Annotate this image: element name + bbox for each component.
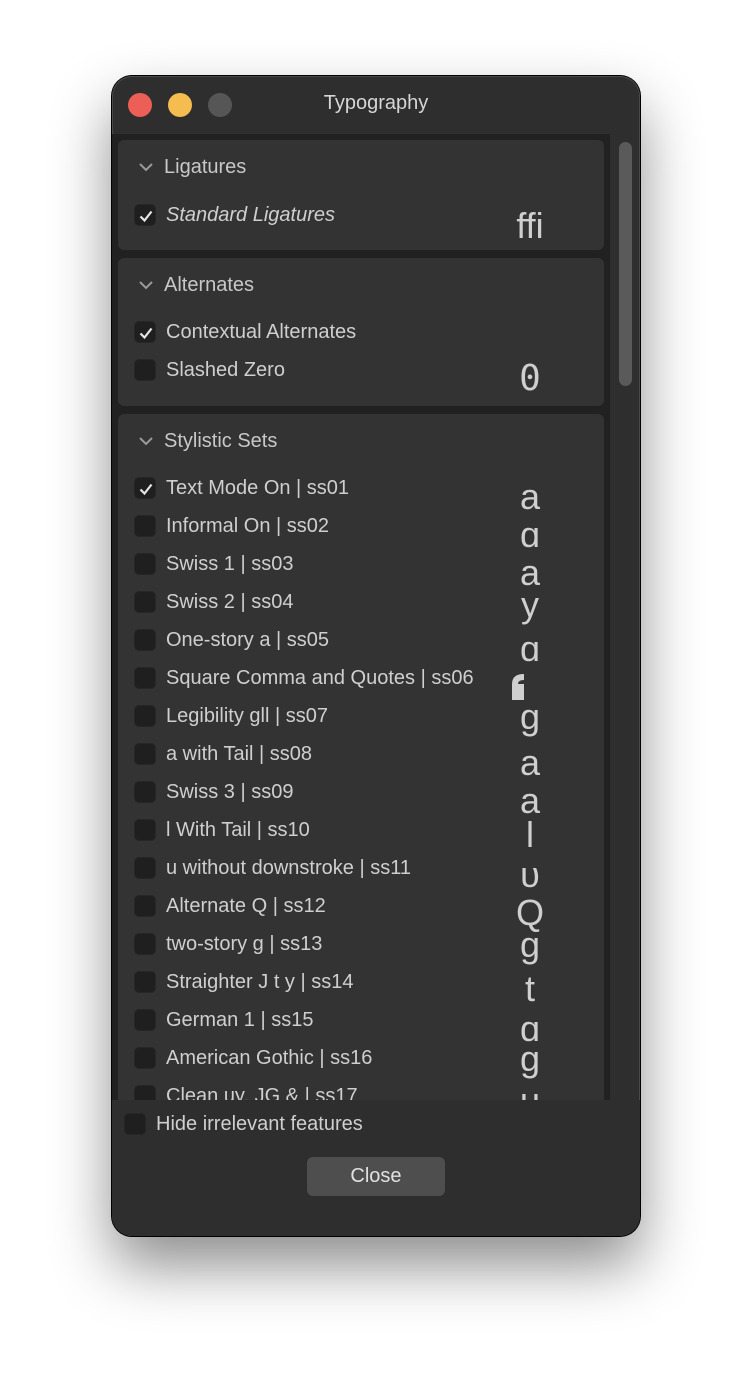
feature-sample: y bbox=[521, 584, 539, 625]
checkbox[interactable] bbox=[134, 553, 156, 575]
title-bar[interactable]: Typography bbox=[112, 76, 640, 134]
checkbox[interactable] bbox=[134, 1085, 156, 1100]
feature-sample: 0 bbox=[519, 358, 541, 399]
feature-label: Swiss 1 | ss03 bbox=[166, 553, 294, 575]
section-title: Stylistic Sets bbox=[164, 430, 278, 452]
footer: Hide irrelevant features Close bbox=[112, 1100, 640, 1236]
chevron-down-icon bbox=[139, 437, 153, 446]
feature-label: Clean uy, JG & | ss17 bbox=[166, 1085, 358, 1100]
feature-label: American Gothic | ss16 bbox=[166, 1047, 373, 1069]
feature-row-ss05[interactable]: One-story a | ss05 bbox=[132, 628, 492, 654]
hide-irrelevant-label: Hide irrelevant features bbox=[156, 1113, 363, 1135]
feature-label: u without downstroke | ss11 bbox=[166, 857, 411, 879]
typography-window: Typography Ligatures Standard Ligatures … bbox=[112, 76, 640, 1236]
feature-row-ss03[interactable]: Swiss 1 | ss03 bbox=[132, 552, 492, 578]
close-button[interactable]: Close bbox=[307, 1157, 445, 1196]
checkbox[interactable] bbox=[134, 781, 156, 803]
feature-label: Text Mode On | ss01 bbox=[166, 477, 350, 499]
hide-irrelevant-checkbox[interactable] bbox=[124, 1113, 146, 1135]
feature-row-ss02[interactable]: Informal On | ss02 bbox=[132, 514, 492, 540]
scrollbar-thumb[interactable] bbox=[619, 142, 632, 386]
feature-row-ss15[interactable]: German 1 | ss15 bbox=[132, 1008, 492, 1034]
feature-row-standard-ligatures[interactable]: Standard Ligatures bbox=[132, 203, 492, 229]
chevron-down-icon bbox=[139, 163, 153, 172]
feature-label: a with Tail | ss08 bbox=[166, 743, 313, 765]
alternates-section: Alternates Contextual Alternates Slashed… bbox=[118, 258, 604, 406]
feature-label: Alternate Q | ss12 bbox=[166, 895, 326, 917]
feature-row-ss16[interactable]: American Gothic | ss16 bbox=[132, 1046, 492, 1072]
feature-row-ss17[interactable]: Clean uy, JG & | ss17 bbox=[132, 1084, 492, 1100]
feature-row-ss09[interactable]: Swiss 3 | ss09 bbox=[132, 780, 492, 806]
checkbox[interactable] bbox=[134, 857, 156, 879]
checkbox[interactable] bbox=[134, 321, 156, 343]
feature-row-ss13[interactable]: two-story g | ss13 bbox=[132, 932, 492, 958]
section-title: Alternates bbox=[164, 274, 255, 296]
feature-label: Legibility gll | ss07 bbox=[166, 705, 328, 727]
feature-label: Informal On | ss02 bbox=[166, 515, 330, 537]
feature-row-ss01[interactable]: Text Mode On | ss01 bbox=[132, 476, 492, 502]
feature-row-contextual-alternates[interactable]: Contextual Alternates bbox=[132, 320, 492, 346]
feature-sample: g bbox=[519, 924, 541, 965]
checkbox[interactable] bbox=[134, 971, 156, 993]
feature-label: Contextual Alternates bbox=[166, 321, 357, 343]
features-scroll-area[interactable]: Ligatures Standard Ligatures ffi Alterna… bbox=[112, 134, 610, 1100]
feature-sample: g bbox=[519, 696, 541, 737]
feature-sample: u bbox=[510, 1082, 550, 1101]
feature-row-ss07[interactable]: Legibility gll | ss07 bbox=[132, 704, 492, 730]
checkbox[interactable] bbox=[134, 629, 156, 651]
feature-sample: ffi bbox=[516, 205, 544, 246]
checkbox[interactable] bbox=[134, 1009, 156, 1031]
checkmark-icon bbox=[139, 483, 153, 496]
checkbox[interactable] bbox=[134, 1047, 156, 1069]
feature-row-ss14[interactable]: Straighter J t y | ss14 bbox=[132, 970, 492, 996]
checkbox[interactable] bbox=[134, 359, 156, 381]
feature-sample: t bbox=[524, 968, 535, 1009]
scrollbar[interactable] bbox=[616, 138, 632, 1098]
checkbox[interactable] bbox=[134, 591, 156, 613]
feature-row-ss06[interactable]: Square Comma and Quotes | ss06 bbox=[132, 666, 492, 692]
hide-irrelevant-features-row[interactable]: Hide irrelevant features bbox=[122, 1112, 482, 1138]
checkbox[interactable] bbox=[134, 743, 156, 765]
checkbox[interactable] bbox=[134, 204, 156, 226]
feature-sample: a bbox=[519, 476, 541, 517]
feature-sample: ɑ bbox=[519, 628, 541, 669]
feature-row-ss10[interactable]: l With Tail | ss10 bbox=[132, 818, 492, 844]
feature-label: Slashed Zero bbox=[166, 359, 285, 381]
stylistic-sets-section: Stylistic Sets Text Mode On | ss01 a Inf… bbox=[118, 414, 604, 1100]
checkbox[interactable] bbox=[134, 477, 156, 499]
chevron-down-icon bbox=[139, 281, 153, 290]
feature-label: Square Comma and Quotes | ss06 bbox=[166, 667, 474, 689]
feature-sample: g bbox=[519, 1038, 541, 1079]
feature-row-ss08[interactable]: a with Tail | ss08 bbox=[132, 742, 492, 768]
feature-sample: a bbox=[519, 742, 541, 783]
checkbox[interactable] bbox=[134, 819, 156, 841]
feature-label: One-story a | ss05 bbox=[166, 629, 330, 651]
feature-sample: l bbox=[526, 814, 534, 855]
feature-row-slashed-zero[interactable]: Slashed Zero bbox=[132, 358, 492, 384]
feature-sample: ɑ bbox=[519, 514, 541, 555]
section-title: Ligatures bbox=[164, 156, 247, 178]
checkmark-icon bbox=[139, 210, 153, 223]
checkbox[interactable] bbox=[134, 705, 156, 727]
checkbox[interactable] bbox=[134, 895, 156, 917]
feature-label: German 1 | ss15 bbox=[166, 1009, 314, 1031]
feature-label: Swiss 2 | ss04 bbox=[166, 591, 294, 613]
feature-row-ss04[interactable]: Swiss 2 | ss04 bbox=[132, 590, 492, 616]
feature-label: Straighter J t y | ss14 bbox=[166, 971, 354, 993]
feature-row-ss12[interactable]: Alternate Q | ss12 bbox=[132, 894, 492, 920]
window-title: Typography bbox=[323, 92, 429, 114]
ligatures-section: Ligatures Standard Ligatures ffi bbox=[118, 140, 604, 250]
feature-label: Swiss 3 | ss09 bbox=[166, 781, 294, 803]
feature-row-ss11[interactable]: u without downstroke | ss11 bbox=[132, 856, 492, 882]
checkbox[interactable] bbox=[134, 933, 156, 955]
feature-sample: υ bbox=[520, 854, 540, 895]
checkbox[interactable] bbox=[134, 667, 156, 689]
feature-label: two-story g | ss13 bbox=[166, 933, 323, 955]
checkbox[interactable] bbox=[134, 515, 156, 537]
feature-label: Standard Ligatures bbox=[166, 204, 336, 226]
feature-label: l With Tail | ss10 bbox=[166, 819, 310, 841]
checkmark-icon bbox=[139, 327, 153, 340]
